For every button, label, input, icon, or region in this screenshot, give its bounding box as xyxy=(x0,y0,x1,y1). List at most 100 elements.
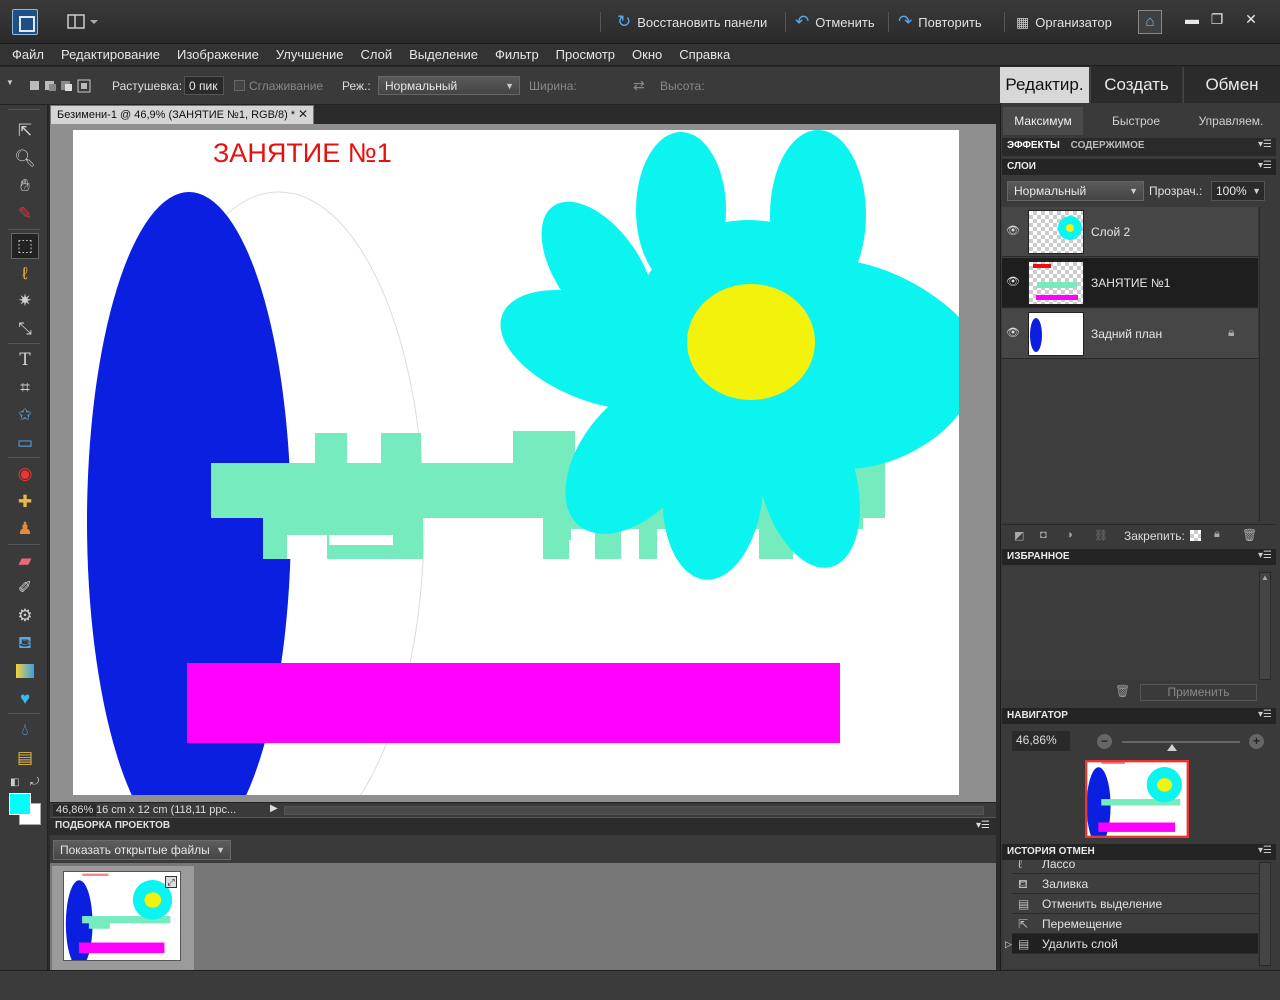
zoom-readout[interactable]: 46,86% xyxy=(53,804,97,816)
eraser-tool-icon[interactable]: ▰ xyxy=(11,548,39,574)
favorites-scrollbar[interactable]: ▲ xyxy=(1259,572,1271,680)
play-arrow-icon[interactable]: ▶ xyxy=(270,803,278,814)
layers-scrollbar[interactable] xyxy=(1259,207,1274,522)
tab-effects[interactable]: ЭФФЕКТЫ xyxy=(1007,140,1060,151)
open-in-window-icon[interactable]: ⤢ xyxy=(165,876,177,888)
panel-menu-icon[interactable]: ▾☰ xyxy=(1258,845,1272,856)
image-canvas[interactable]: ЗАНЯТИЕ №1 xyxy=(73,130,959,795)
subtab-quick[interactable]: Быстрое xyxy=(1090,107,1182,135)
trash-icon[interactable]: 🗑︎ xyxy=(1242,528,1257,542)
sponge-tool-icon[interactable]: ▤ xyxy=(11,745,39,771)
zoom-slider-handle[interactable] xyxy=(1167,744,1177,751)
tool-preset-dropdown[interactable]: ▼ xyxy=(6,78,14,87)
redo-button[interactable]: ↷ Повторить xyxy=(898,10,982,34)
cookie-cutter-tool-icon[interactable]: ✩ xyxy=(11,402,39,428)
navigator-preview[interactable] xyxy=(1085,760,1189,838)
menu-view[interactable]: Просмотр xyxy=(556,47,615,62)
history-item[interactable]: ℓ Лассо xyxy=(1012,860,1258,874)
opacity-input[interactable]: 100% ▼ xyxy=(1211,181,1265,201)
quick-selection-tool-icon[interactable]: ⤡ xyxy=(11,316,39,342)
brush-tool-icon[interactable]: ✐ xyxy=(11,575,39,601)
subtab-guided[interactable]: Управляем. xyxy=(1186,107,1276,135)
hand-tool-icon[interactable]: ✋︎ xyxy=(11,173,39,199)
layer-row-selected[interactable]: 👁︎ ЗАНЯТИЕ №1 xyxy=(1002,258,1258,308)
rectangular-marquee-tool-icon[interactable]: ⬚ xyxy=(11,233,39,259)
layer-row[interactable]: 👁︎ Задний план 🔒︎ xyxy=(1002,309,1258,359)
menu-window[interactable]: Окно xyxy=(632,47,662,62)
zoom-tool-icon[interactable]: 🔍︎ xyxy=(11,146,39,172)
zoom-slider-track[interactable] xyxy=(1122,741,1240,743)
eye-icon[interactable]: 👁︎ xyxy=(1005,275,1021,289)
history-item-current[interactable]: ▤ Удалить слой xyxy=(1012,934,1258,954)
move-tool-icon[interactable]: ⇱ xyxy=(11,118,39,144)
mode-select[interactable]: Нормальный ▼ xyxy=(378,76,520,95)
navigator-zoom-input[interactable]: 46,86% xyxy=(1012,731,1070,751)
clone-stamp-tool-icon[interactable]: ♟ xyxy=(11,516,39,542)
eye-icon[interactable]: 👁︎ xyxy=(1005,224,1021,238)
zoom-out-icon[interactable]: − xyxy=(1097,734,1112,749)
eyedropper-tool-icon[interactable]: ✎ xyxy=(11,201,39,227)
lock-all-icon[interactable]: 🔒︎ xyxy=(1214,528,1220,541)
default-colors-icon[interactable]: ◧ xyxy=(10,777,19,788)
apply-button[interactable]: Применить xyxy=(1140,684,1257,701)
restore-panels-button[interactable]: ↻ Восстановить панели xyxy=(617,10,767,34)
tab-share[interactable]: Обмен xyxy=(1183,67,1280,103)
selection-mode-icons[interactable] xyxy=(28,78,94,94)
layout-menu-button[interactable] xyxy=(66,12,102,32)
subtab-full[interactable]: Максимум xyxy=(1003,107,1083,135)
show-files-select[interactable]: Показать открытые файлы ▼ xyxy=(53,840,231,860)
panel-menu-icon[interactable]: ▾☰ xyxy=(1258,709,1272,720)
magic-wand-tool-icon[interactable]: ✷ xyxy=(11,288,39,314)
new-layer-icon[interactable]: ◩ xyxy=(1014,529,1024,542)
link-icon[interactable]: ⛓︎ xyxy=(1094,529,1108,542)
panel-menu-icon[interactable]: ▾☰ xyxy=(1258,550,1272,561)
home-button[interactable]: ⌂ xyxy=(1138,10,1162,34)
type-tool-icon[interactable]: T xyxy=(11,347,39,373)
blend-mode-select[interactable]: Нормальный ▼ xyxy=(1007,181,1144,201)
custom-shape-tool-icon[interactable]: ♥ xyxy=(11,686,39,712)
trash-icon[interactable]: 🗑︎ xyxy=(1115,684,1130,698)
antialias-checkbox[interactable] xyxy=(234,80,245,91)
blur-tool-icon[interactable]: 💧︎ xyxy=(11,717,39,743)
tab-edit[interactable]: Редактир. xyxy=(1000,67,1089,103)
panel-menu-icon[interactable]: ▾☰ xyxy=(1258,160,1272,171)
history-item[interactable]: ⇱ Перемещение xyxy=(1012,914,1258,934)
spot-healing-tool-icon[interactable]: ✚ xyxy=(11,489,39,515)
minimize-button[interactable]: ▬ xyxy=(1181,8,1203,30)
foreground-color-swatch[interactable] xyxy=(9,793,31,815)
red-eye-tool-icon[interactable]: ◉ xyxy=(11,461,39,487)
feather-input[interactable]: 0 пик xyxy=(184,76,224,95)
organizer-button[interactable]: ▦ Организатор xyxy=(1016,10,1112,34)
paint-bucket-tool-icon[interactable]: ⛾ xyxy=(11,631,39,657)
history-item[interactable]: ▤ Отменить выделение xyxy=(1012,894,1258,914)
smart-brush-tool-icon[interactable]: ⚙︎ xyxy=(11,603,39,629)
lock-transparency-icon[interactable] xyxy=(1190,530,1201,541)
tab-content[interactable]: СОДЕРЖИМОЕ xyxy=(1071,140,1145,151)
menu-select[interactable]: Выделение xyxy=(409,47,478,62)
tab-create[interactable]: Создать xyxy=(1090,67,1182,103)
menu-enhance[interactable]: Улучшение xyxy=(276,47,344,62)
lasso-tool-icon[interactable]: ℓ xyxy=(11,261,39,287)
document-tab[interactable]: Безимени-1 @ 46,9% (ЗАНЯТИЕ №1, RGB/8) * xyxy=(50,105,314,124)
layer-row[interactable]: 👁︎ Слой 2 xyxy=(1002,207,1258,257)
document-thumbnail[interactable] xyxy=(63,871,181,961)
straighten-tool-icon[interactable]: ▭ xyxy=(11,430,39,456)
menu-image[interactable]: Изображение xyxy=(177,47,259,62)
menu-filter[interactable]: Фильтр xyxy=(495,47,539,62)
menu-help[interactable]: Справка xyxy=(679,47,730,62)
history-item[interactable]: ⛾ Заливка xyxy=(1012,874,1258,894)
panel-menu-icon[interactable]: ▾☰ xyxy=(1258,139,1272,150)
swap-colors-icon[interactable]: ⤾ xyxy=(30,776,39,789)
close-document-icon[interactable]: ✕ xyxy=(295,106,311,122)
gradient-tool-icon[interactable] xyxy=(11,658,39,684)
close-window-button[interactable]: ✕ xyxy=(1240,8,1262,30)
menu-edit[interactable]: Редактирование xyxy=(61,47,160,62)
zoom-in-icon[interactable]: + xyxy=(1249,734,1264,749)
menu-file[interactable]: Файл xyxy=(12,47,44,62)
adjustment-layer-icon[interactable]: ◑ xyxy=(1066,529,1073,541)
add-mask-icon[interactable]: ◘ xyxy=(1040,529,1047,541)
history-scrollbar[interactable] xyxy=(1259,862,1271,966)
panel-menu-icon[interactable]: ▾☰ xyxy=(976,820,990,831)
crop-tool-icon[interactable]: ⌗ xyxy=(11,375,39,401)
undo-button[interactable]: ↶ Отменить xyxy=(795,10,875,34)
